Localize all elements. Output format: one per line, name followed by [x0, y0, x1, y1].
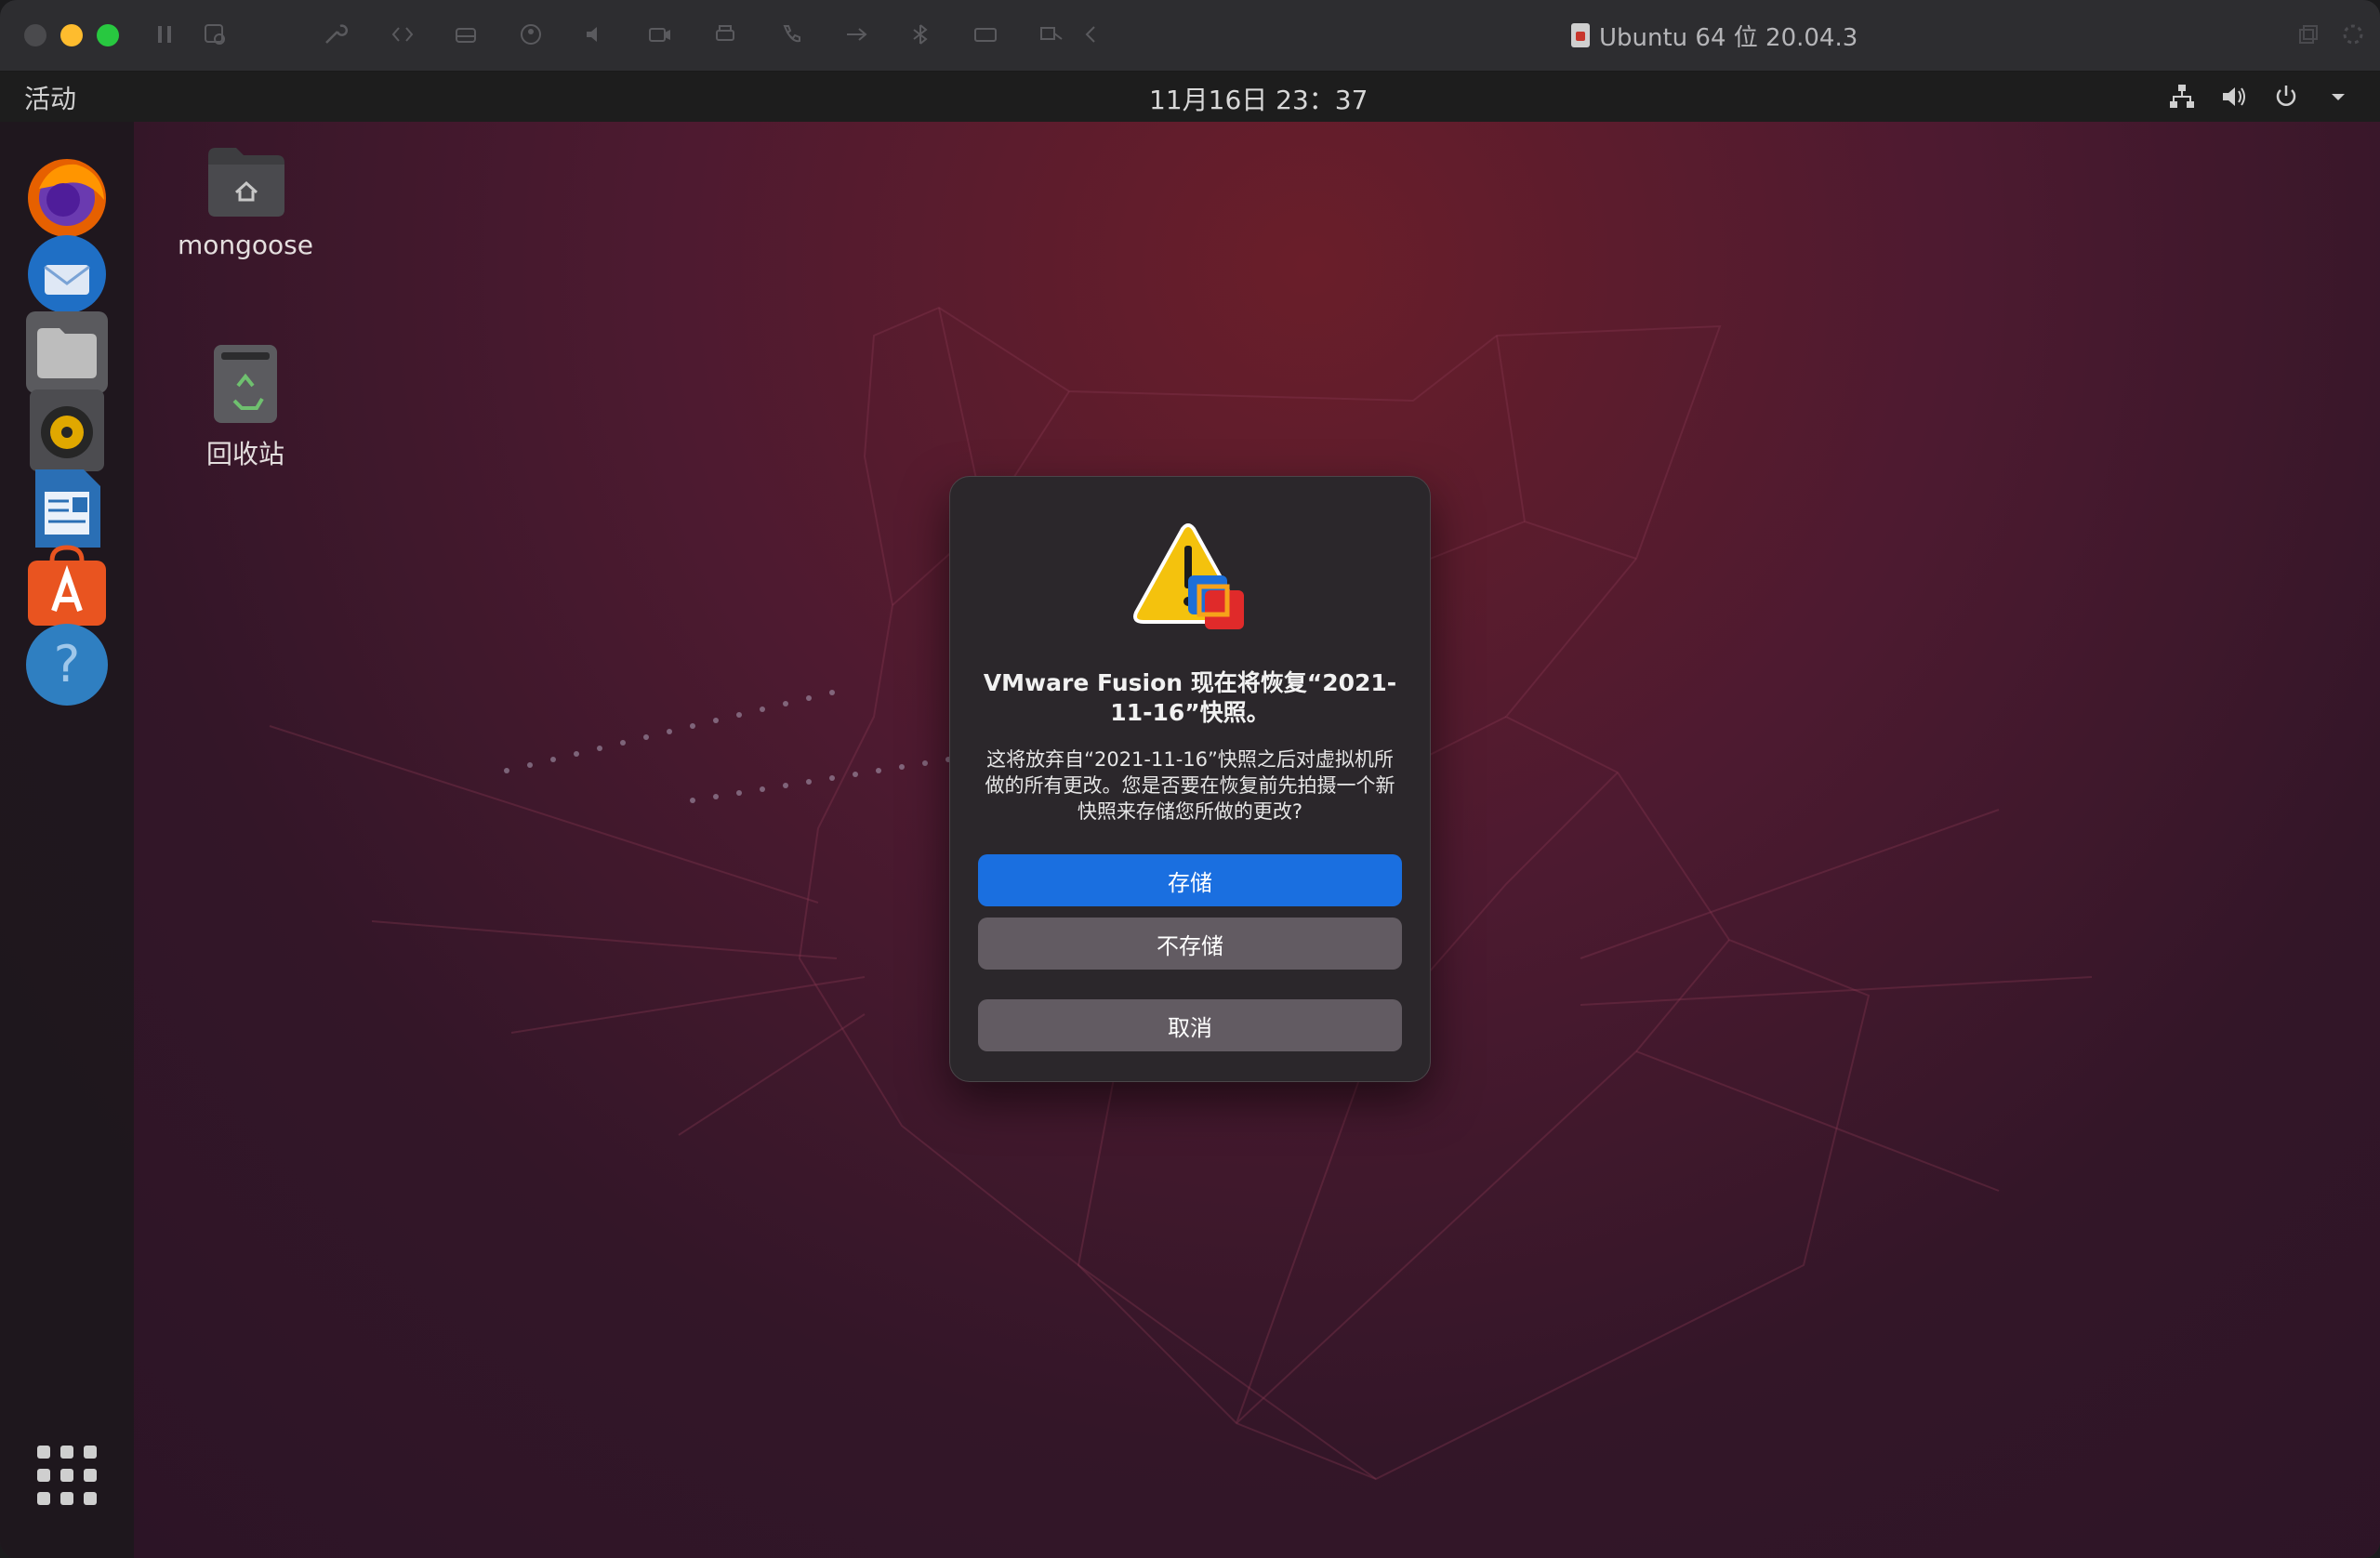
thunderbird-icon[interactable] [22, 230, 112, 319]
snapshot-icon[interactable] [201, 20, 229, 48]
save-button[interactable]: 存储 [978, 854, 1402, 906]
svg-text:?: ? [54, 635, 81, 693]
close-window-button[interactable] [24, 24, 46, 46]
trash-icon [201, 339, 290, 429]
user-icon[interactable] [517, 20, 545, 48]
dont-save-button[interactable]: 不存储 [978, 918, 1402, 970]
show-apps-icon[interactable] [33, 1442, 100, 1509]
clock[interactable]: 11月16日 23：37 [1149, 80, 1368, 117]
settings-wrench-icon[interactable] [321, 20, 349, 48]
cancel-button[interactable]: 取消 [978, 999, 1402, 1051]
ubuntu-software-icon[interactable] [22, 542, 112, 631]
gnome-top-bar: 活动 11月16日 23：37 [0, 72, 2380, 122]
printer-icon[interactable] [711, 20, 739, 48]
system-tray[interactable] [2166, 81, 2354, 119]
phone-icon[interactable] [777, 20, 805, 48]
power-icon[interactable] [2270, 81, 2302, 119]
vmware-fusion-window: Ubuntu 64 位 20.04.3 活动 11月16日 23：37 mong… [0, 0, 2380, 1558]
zoom-window-button[interactable] [97, 24, 119, 46]
home-folder-icon [201, 135, 290, 224]
activities-button[interactable]: 活动 [24, 79, 76, 116]
pause-icon[interactable] [151, 20, 178, 48]
bluetooth-icon[interactable] [906, 20, 934, 48]
hard-disk-icon[interactable] [452, 20, 480, 48]
revert-snapshot-dialog: VMware Fusion 现在将恢复“2021-11-16”快照。 这将放弃自… [949, 476, 1431, 1082]
chevron-left-icon[interactable] [1077, 20, 1104, 48]
window-title: Ubuntu 64 位 20.04.3 [1571, 19, 1858, 52]
keyboard-icon[interactable] [972, 20, 999, 48]
network-icon[interactable] [1038, 20, 1065, 48]
desktop-icon-label: mongoose [177, 230, 313, 260]
chevron-down-icon[interactable] [2322, 81, 2354, 119]
dock: ? [0, 122, 134, 1558]
dialog-title: VMware Fusion 现在将恢复“2021-11-16”快照。 [983, 669, 1397, 726]
help-icon[interactable]: ? [22, 620, 112, 709]
sound-icon[interactable] [581, 20, 609, 48]
minimize-window-button[interactable] [60, 24, 83, 46]
vmware-warning-icon [1130, 522, 1251, 637]
desktop-icon-home[interactable]: mongoose [162, 135, 329, 260]
volume-icon[interactable] [2218, 81, 2250, 119]
desktop-icon-label: 回收站 [205, 439, 284, 469]
title-bar: Ubuntu 64 位 20.04.3 [0, 0, 2380, 72]
spinner-icon [2339, 20, 2367, 48]
network-wired-icon[interactable] [2166, 81, 2198, 119]
libreoffice-writer-icon[interactable] [22, 464, 112, 553]
window-title-text: Ubuntu 64 位 20.04.3 [1599, 23, 1858, 52]
fullscreen-icon[interactable] [2294, 20, 2322, 48]
dialog-message: 这将放弃自“2021-11-16”快照之后对虚拟机所做的所有更改。您是否要在恢复… [985, 748, 1395, 823]
desktop-icon-trash[interactable]: 回收站 [162, 339, 329, 471]
files-icon[interactable] [22, 308, 112, 397]
firefox-icon[interactable] [22, 152, 112, 241]
rhythmbox-icon[interactable] [22, 386, 112, 475]
vm-document-icon [1571, 23, 1590, 47]
usb-icon[interactable] [842, 20, 870, 48]
camera-icon[interactable] [646, 20, 674, 48]
code-icon[interactable] [389, 20, 416, 48]
